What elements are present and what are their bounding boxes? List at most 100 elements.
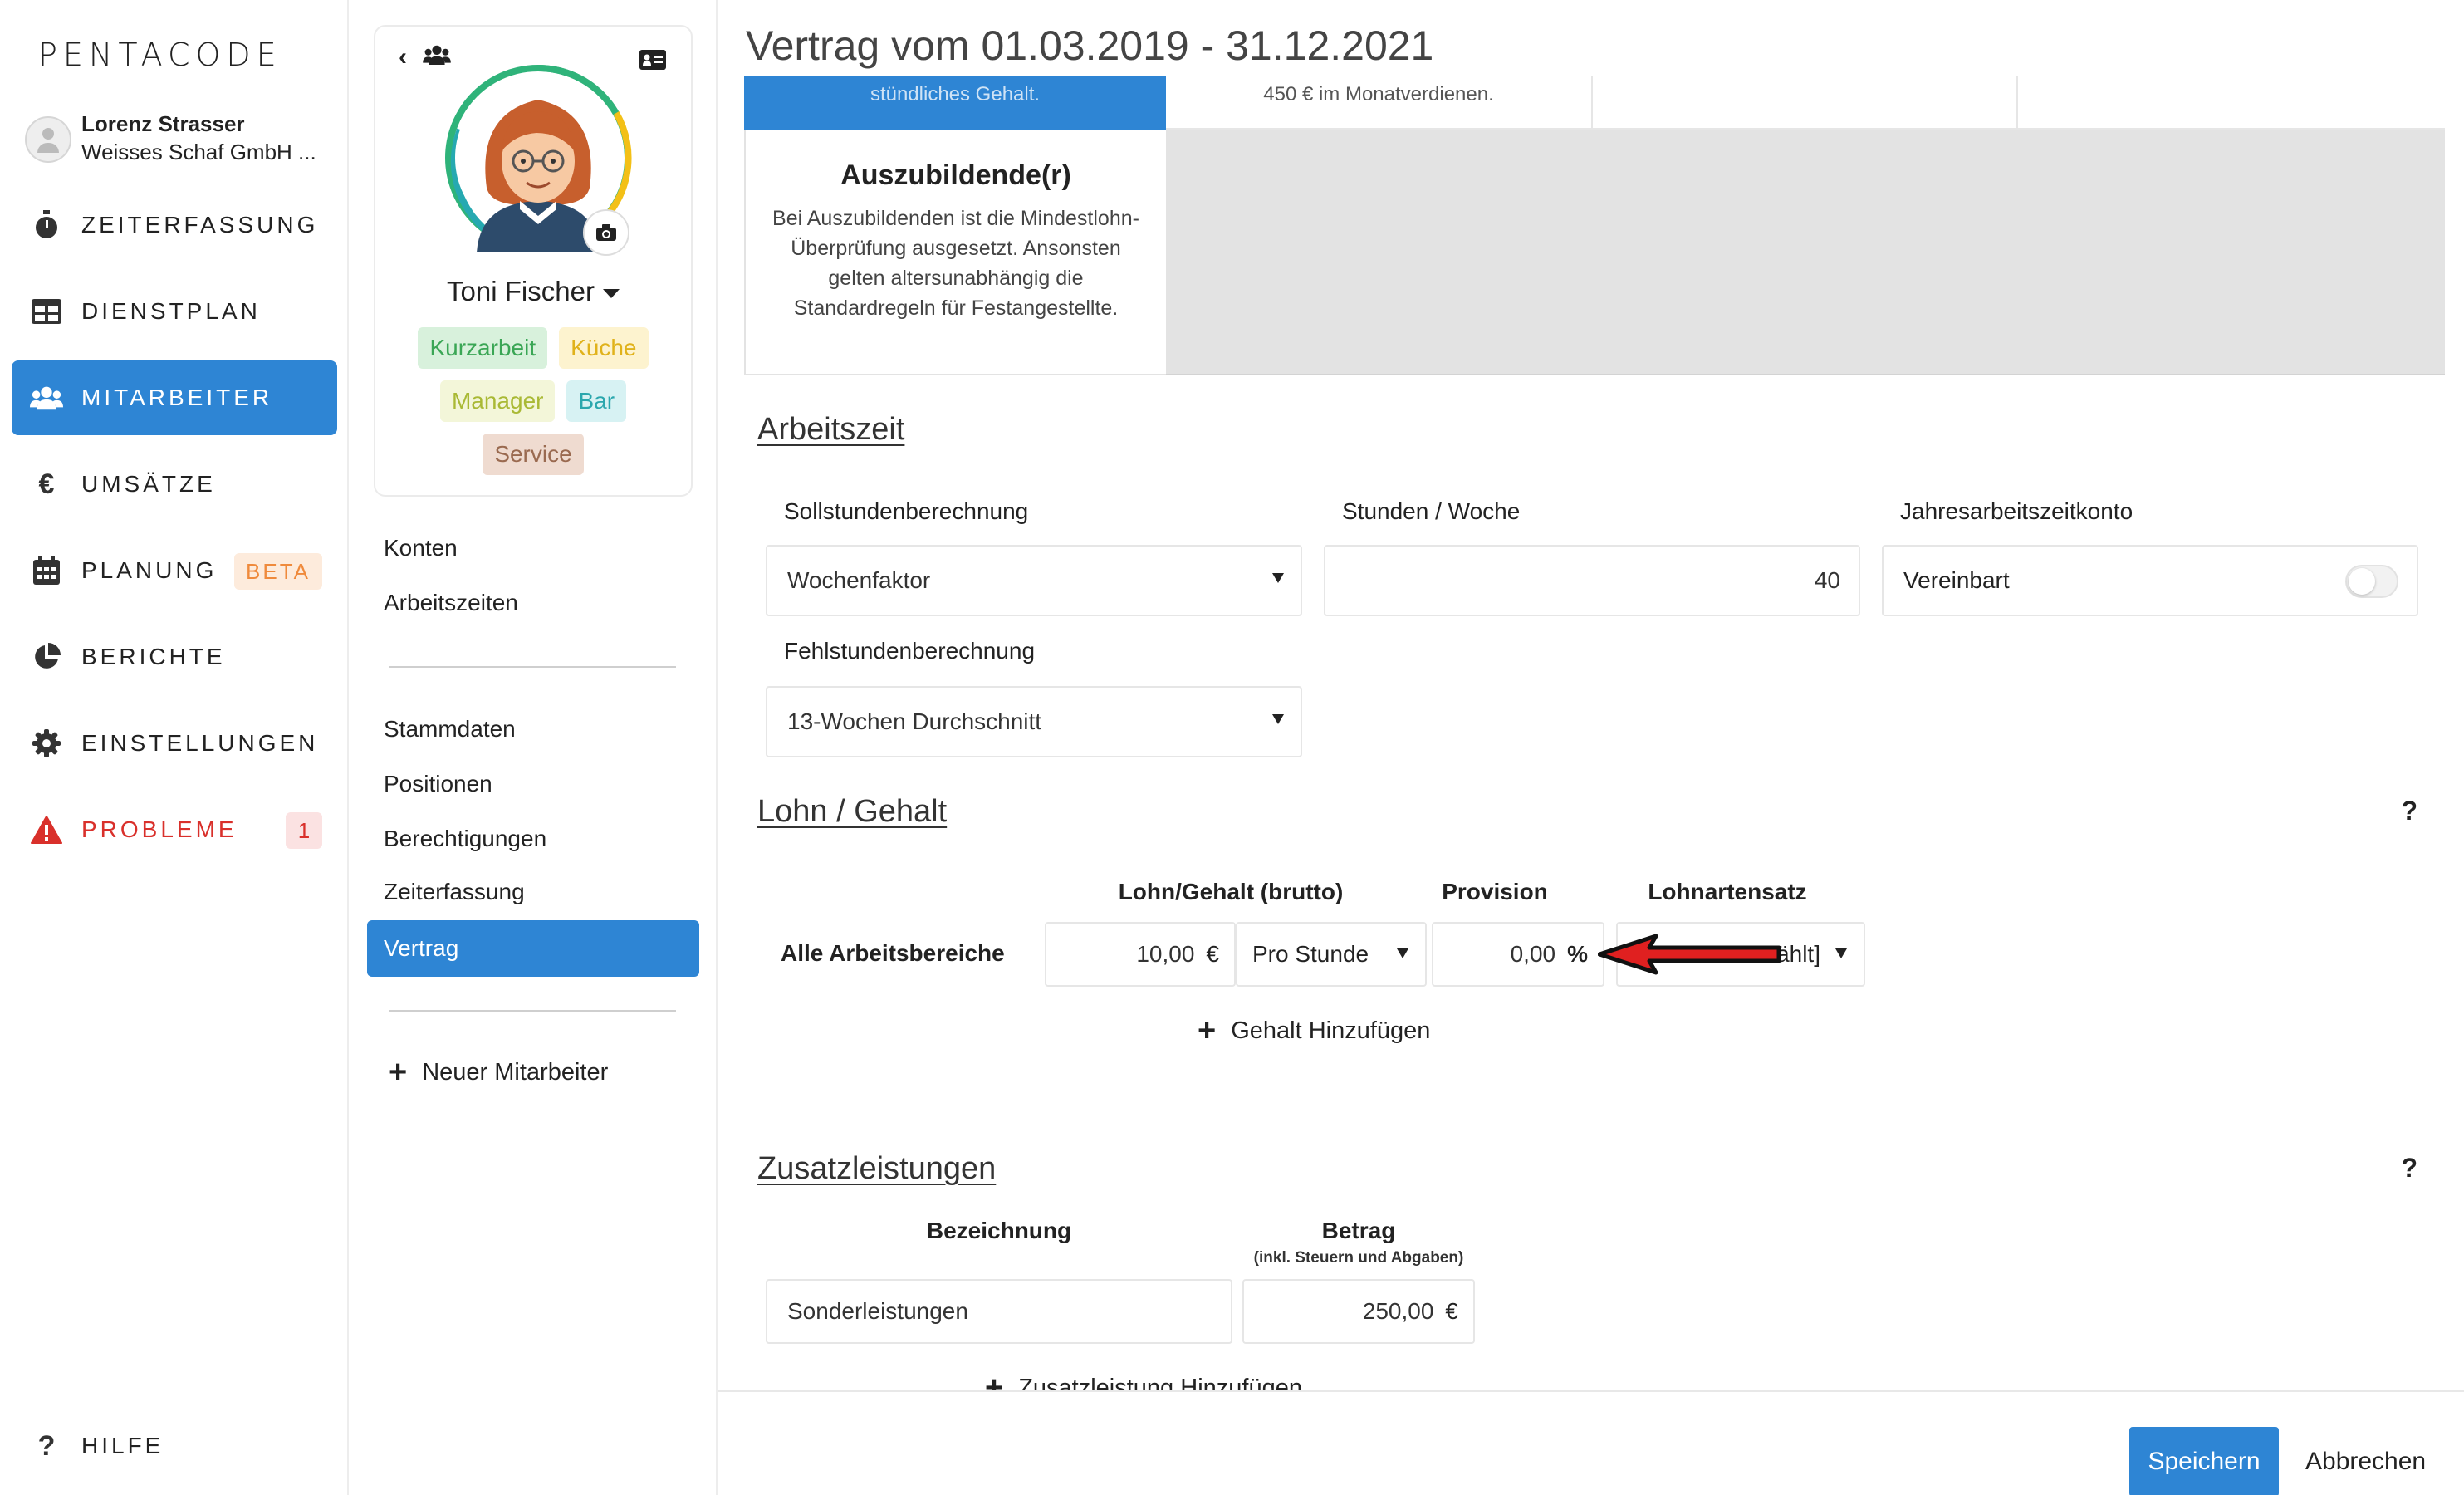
divider xyxy=(389,666,676,668)
plus-icon: + xyxy=(1198,1013,1217,1048)
nav-label: UMSÄTZE xyxy=(81,471,216,497)
stopwatch-icon xyxy=(30,208,63,242)
stunden-label: Stunden / Woche xyxy=(1342,498,1521,524)
add-salary-button[interactable]: + Gehalt Hinzufügen xyxy=(1198,1015,1430,1046)
nav-item-planung[interactable]: PLANUNG BETA xyxy=(12,533,337,608)
calendar-icon xyxy=(30,554,63,587)
row-label: Alle Arbeitsbereiche xyxy=(781,940,1005,966)
new-employee-button[interactable]: + Neuer Mitarbeiter xyxy=(389,1056,608,1088)
footer-bar: Speichern Abbrechen xyxy=(718,1390,2464,1495)
caret-down-icon xyxy=(1272,573,1284,583)
jahres-label: Jahresarbeitszeitkonto xyxy=(1900,498,2133,524)
section-lohn: Lohn / Gehalt xyxy=(757,794,948,829)
tag-kurzarbeit: Kurzarbeit xyxy=(418,327,548,369)
divider xyxy=(389,1010,676,1012)
empty-area xyxy=(1166,130,2445,375)
nav-label: ZEITERFASSUNG xyxy=(81,212,319,238)
provision-input[interactable]: 0,00 % xyxy=(1432,922,1604,987)
fehl-label: Fehlstundenberechnung xyxy=(784,638,1036,664)
warning-icon xyxy=(30,813,63,846)
col-bezeichnung: Bezeichnung xyxy=(926,1218,1072,1243)
amount-input[interactable]: 10,00 € xyxy=(1045,922,1236,987)
soll-label: Sollstundenberechnung xyxy=(784,498,1029,524)
bezeichnung-input[interactable]: Sonderleistungen xyxy=(766,1279,1232,1344)
link-berechtigungen[interactable]: Berechtigungen xyxy=(384,826,546,852)
nav-item-umsaetze[interactable]: € UMSÄTZE xyxy=(12,447,337,522)
nav-label: PROBLEME xyxy=(81,816,238,842)
employee-panel: ‹ Toni Fischer Kurzarbeit Küche Manager … xyxy=(350,0,716,1495)
id-card-icon[interactable] xyxy=(639,50,666,74)
page-title: Vertrag vom 01.03.2019 - 31.12.2021 xyxy=(746,22,1434,69)
save-button[interactable]: Speichern xyxy=(2129,1427,2279,1495)
tag-kueche: Küche xyxy=(559,327,649,369)
stunden-value: 40 xyxy=(1814,567,1840,593)
link-konten[interactable]: Konten xyxy=(384,535,458,561)
betrag-input[interactable]: 250,00 € xyxy=(1242,1279,1475,1344)
nav-item-zeiterfassung[interactable]: ZEITERFASSUNG xyxy=(12,188,337,262)
azubi-description: Bei Auszubildenden ist die Mindestlohn-Ü… xyxy=(772,207,1139,320)
employment-type-azubi[interactable]: Auszubildende(r) Bei Auszubildenden ist … xyxy=(744,130,1166,375)
help-icon[interactable]: ? xyxy=(2401,796,2417,826)
nav-item-probleme[interactable]: PROBLEME 1 xyxy=(12,792,337,867)
fehl-select[interactable]: 13-Wochen Durchschnitt xyxy=(766,686,1302,757)
caret-down-icon xyxy=(1397,948,1408,958)
link-vertrag[interactable]: Vertrag xyxy=(367,920,699,977)
tag-manager: Manager xyxy=(439,380,556,422)
back-icon[interactable]: ‹ xyxy=(399,43,407,71)
nav-label: PLANUNG xyxy=(81,557,218,583)
period-select[interactable]: Pro Stunde xyxy=(1236,922,1427,987)
currency: € xyxy=(1206,941,1219,967)
section-arbeitszeit: Arbeitszeit xyxy=(757,412,905,447)
employee-name-dropdown[interactable]: Toni Fischer xyxy=(375,276,691,307)
col-betrag: Betrag xyxy=(1321,1218,1396,1243)
app-logo[interactable]: PENTACODE xyxy=(38,37,282,73)
table-icon xyxy=(30,295,63,328)
cancel-button[interactable]: Abbrechen xyxy=(2305,1427,2426,1495)
nav-label: EINSTELLUNGEN xyxy=(81,730,319,756)
user-name: Lorenz Strasser xyxy=(81,111,245,136)
pie-chart-icon xyxy=(30,640,63,674)
azubi-title: Auszubildende(r) xyxy=(840,159,1071,191)
add-salary-label: Gehalt Hinzufügen xyxy=(1231,1017,1431,1044)
link-zeiterfassung[interactable]: Zeiterfassung xyxy=(384,879,525,905)
help-icon[interactable]: ? xyxy=(2401,1153,2417,1184)
caret-down-icon xyxy=(602,288,620,298)
col-provision: Provision xyxy=(1442,879,1548,904)
provision-value: 0,00 xyxy=(1510,941,1556,967)
question-icon: ? xyxy=(37,1429,56,1462)
nav-item-berichte[interactable]: BERICHTE xyxy=(12,620,337,694)
bezeichnung-value: Sonderleistungen xyxy=(787,1298,968,1324)
nav-item-mitarbeiter[interactable]: MITARBEITER xyxy=(12,360,337,435)
profile-card: ‹ Toni Fischer Kurzarbeit Küche Manager … xyxy=(374,25,693,497)
link-stammdaten[interactable]: Stammdaten xyxy=(384,716,516,743)
stunden-input[interactable]: 40 xyxy=(1324,545,1860,616)
nav-item-hilfe[interactable]: ? HILFE xyxy=(12,1409,337,1483)
employment-type-info: 450 € im Monatverdienen. xyxy=(1263,83,1494,105)
caret-down-icon xyxy=(1272,714,1284,724)
nav-label: HILFE xyxy=(81,1433,164,1458)
col-lohn: Lohn/Gehalt (brutto) xyxy=(1118,879,1344,904)
user-company: Weisses Schaf GmbH ... xyxy=(81,140,316,164)
link-arbeitszeiten[interactable]: Arbeitszeiten xyxy=(384,590,518,616)
annotation-arrow xyxy=(1598,934,1781,975)
fehl-value: 13-Wochen Durchschnitt xyxy=(787,708,1042,734)
contract-editor: Vertrag vom 01.03.2019 - 31.12.2021 stün… xyxy=(716,0,2464,1495)
euro-icon: € xyxy=(38,468,55,500)
currency: € xyxy=(1445,1298,1458,1324)
col-betrag-note: (inkl. Steuern und Abgaben) xyxy=(1253,1249,1464,1267)
camera-icon[interactable] xyxy=(583,209,629,256)
jahres-toggle[interactable] xyxy=(2345,565,2398,598)
section-zusatz: Zusatzleistungen xyxy=(757,1151,997,1186)
divider xyxy=(1591,76,1593,130)
nav-label: MITARBEITER xyxy=(81,385,273,410)
beta-badge: BETA xyxy=(234,553,322,590)
nav-label: DIENSTPLAN xyxy=(81,298,261,324)
soll-select[interactable]: Wochenfaktor xyxy=(766,545,1302,616)
jahres-value: Vereinbart xyxy=(1903,567,2010,593)
nav-item-dienstplan[interactable]: DIENSTPLAN xyxy=(12,274,337,349)
nav-item-einstellungen[interactable]: EINSTELLUNGEN xyxy=(12,706,337,781)
col-lohnart: Lohnartensatz xyxy=(1648,879,1807,904)
users-icon xyxy=(30,381,63,414)
link-positionen[interactable]: Positionen xyxy=(384,771,492,797)
employment-type-selected[interactable]: stündliches Gehalt. xyxy=(744,76,1166,130)
